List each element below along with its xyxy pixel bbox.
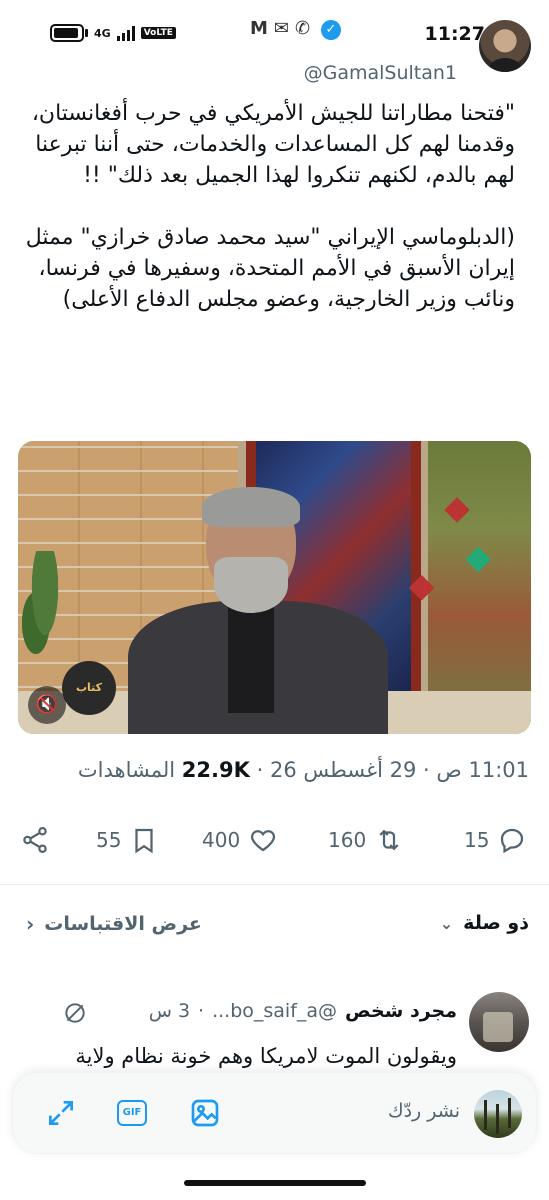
mute-icon[interactable]: 🔇 xyxy=(28,686,66,724)
video-person xyxy=(128,487,388,734)
whatsapp-icon: ✆ xyxy=(295,18,311,39)
reply-sort-dropdown[interactable]: ذو صلة ⌄ xyxy=(440,912,529,934)
reply-author-handle[interactable]: @bo_saif_a... xyxy=(212,1000,337,1022)
expand-icon[interactable] xyxy=(45,1097,77,1129)
notification-icons: M ✉ ✆ xyxy=(250,18,310,39)
author-avatar[interactable] xyxy=(479,20,531,72)
bookmark-icon xyxy=(135,828,154,854)
retweet-count: 160 xyxy=(328,828,367,852)
reply-text: ويقولون الموت لامريكا وهم خونة نظام ولاي… xyxy=(75,1044,457,1068)
clock: 11:27 xyxy=(424,23,485,45)
view-quotes-link[interactable]: عرض الاقتباسات ‹ xyxy=(26,912,202,936)
image-icon[interactable] xyxy=(189,1097,221,1129)
reply-sort-label: ذو صلة xyxy=(463,912,529,934)
tweet-time: 11:01 ص xyxy=(436,758,529,782)
reply-input[interactable]: نشر ردّك xyxy=(388,1100,460,1122)
chevron-down-icon: ⌄ xyxy=(439,913,454,933)
divider xyxy=(0,884,549,885)
reply-icon xyxy=(501,828,524,854)
signal-icon xyxy=(116,25,135,41)
like-count: 400 xyxy=(202,828,241,852)
reply-author-name[interactable]: مجرد شخص xyxy=(345,1000,457,1022)
bookmark-button[interactable]: 55 xyxy=(96,820,159,860)
retweet-button[interactable]: 160 xyxy=(328,820,404,860)
notification-icon: ✉ xyxy=(273,18,290,39)
volte-badge: VoLTE xyxy=(140,27,176,39)
like-button[interactable]: 400 xyxy=(202,820,278,860)
status-bar: 4G VoLTE M ✉ ✆ 11:27 xyxy=(0,0,549,64)
gif-icon: GIF xyxy=(117,1100,147,1126)
retweet-icon xyxy=(379,829,399,851)
reply-button[interactable]: 15 xyxy=(464,820,527,860)
chevron-left-icon: ‹ xyxy=(26,912,35,936)
view-quotes-label: عرض الاقتباسات xyxy=(44,913,202,935)
user-avatar xyxy=(474,1090,522,1138)
tweet-text: "فتحنا مطاراتنا للجيش الأمريكي في حرب أف… xyxy=(25,101,515,312)
grok-icon[interactable] xyxy=(62,1000,88,1026)
share-icon xyxy=(23,827,47,853)
author-handle[interactable]: @GamalSultan1 xyxy=(304,62,457,84)
gif-button[interactable]: GIF xyxy=(117,1097,149,1129)
tweet-actions: 15 160 400 55 xyxy=(0,820,549,860)
tweet-date: 29 أغسطس 26 xyxy=(269,758,417,782)
mail-icon: M xyxy=(250,18,268,39)
tweet-video[interactable]: كتاب 🔇 xyxy=(18,441,531,734)
heart-icon xyxy=(251,830,276,852)
home-indicator xyxy=(184,1180,366,1186)
reply-header: مجرد شخص @bo_saif_a... · 3 س xyxy=(148,1000,457,1022)
status-icons: 4G VoLTE xyxy=(50,24,176,42)
reply-count: 15 xyxy=(464,828,490,852)
reply-avatar[interactable] xyxy=(469,992,529,1052)
bookmark-count: 55 xyxy=(96,828,122,852)
reply-time: 3 س xyxy=(148,1000,191,1022)
network-type: 4G xyxy=(94,26,111,40)
channel-logo: كتاب xyxy=(62,661,116,715)
views-label: المشاهدات xyxy=(77,758,176,782)
tweet-meta: 11:01 ص · 29 أغسطس 26 · 22.9K المشاهدات xyxy=(77,758,529,782)
battery-icon xyxy=(50,24,84,42)
verified-badge-icon: ✓ xyxy=(321,20,341,40)
views-count: 22.9K xyxy=(181,758,250,782)
share-button[interactable] xyxy=(20,820,50,860)
reply-composer[interactable]: نشر ردّك GIF xyxy=(12,1072,537,1154)
